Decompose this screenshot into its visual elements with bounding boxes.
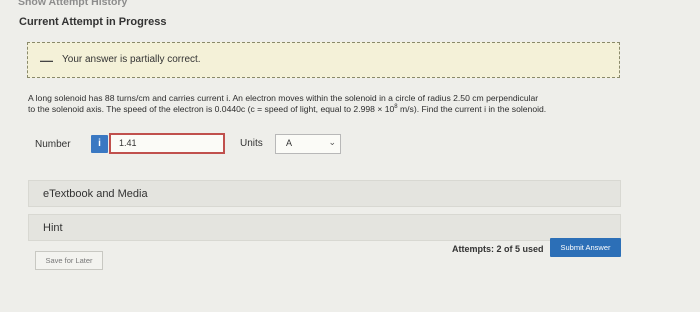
question-line-2a: to the solenoid axis. The speed of the e…: [28, 104, 395, 114]
etextbook-media-label: eTextbook and Media: [43, 188, 148, 200]
show-attempt-history-link[interactable]: Show Attempt History: [18, 0, 127, 8]
question-line-2b: m/s). Find the current i in the solenoid…: [397, 104, 547, 114]
hint-label: Hint: [43, 222, 63, 234]
question-text: A long solenoid has 88 turns/cm and carr…: [28, 93, 628, 115]
units-label: Units: [240, 138, 263, 149]
number-label: Number: [35, 139, 71, 150]
etextbook-media-panel[interactable]: eTextbook and Media: [28, 180, 621, 207]
chevron-down-icon: ⌄: [328, 137, 336, 147]
units-selected-value: A: [286, 138, 293, 148]
info-icon[interactable]: i: [91, 135, 108, 153]
submit-answer-button[interactable]: Submit Answer: [550, 238, 621, 257]
feedback-message: Your answer is partially correct.: [62, 54, 201, 65]
save-for-later-button[interactable]: Save for Later: [35, 251, 103, 270]
hint-panel[interactable]: Hint: [28, 214, 621, 241]
minus-icon: —: [40, 53, 53, 68]
attempts-counter: Attempts: 2 of 5 used: [452, 244, 544, 254]
question-line-1: A long solenoid has 88 turns/cm and carr…: [28, 93, 539, 103]
number-input[interactable]: 1.41: [109, 133, 225, 154]
attempt-title: Current Attempt in Progress: [19, 16, 167, 28]
units-select[interactable]: A ⌄: [275, 134, 341, 154]
partial-correct-feedback: — Your answer is partially correct.: [27, 42, 620, 78]
